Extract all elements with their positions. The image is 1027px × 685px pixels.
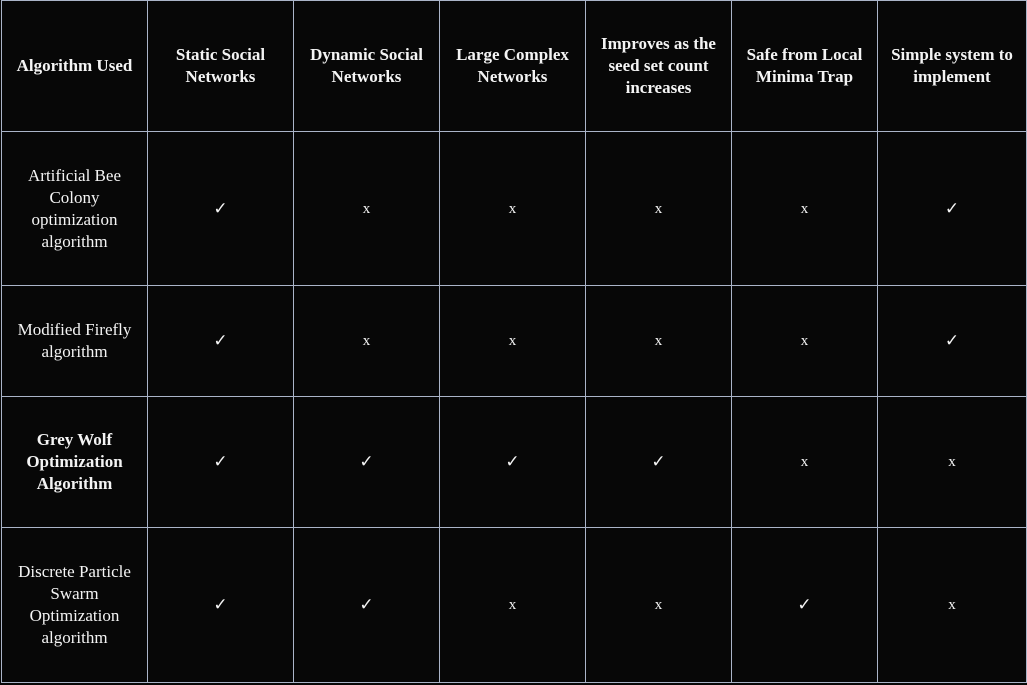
comparison-table: Algorithm Used Static Social Networks Dy…	[1, 0, 1027, 683]
cross-mark-cell: x	[585, 527, 732, 683]
check-mark-cell: ✓	[147, 396, 294, 528]
cross-mark-cell: x	[585, 131, 732, 286]
algorithm-name-cell: Discrete Particle Swarm Optimization alg…	[1, 527, 148, 683]
cross-mark-cell: x	[731, 396, 878, 528]
check-mark-cell: ✓	[147, 131, 294, 286]
cross-mark-cell: x	[439, 527, 586, 683]
cross-mark-cell: x	[439, 131, 586, 286]
check-mark-cell: ✓	[731, 527, 878, 683]
table-row: Discrete Particle Swarm Optimization alg…	[1, 527, 1027, 683]
algorithm-name-cell: Artificial Bee Colony optimization algor…	[1, 131, 148, 286]
table-row: Artificial Bee Colony optimization algor…	[1, 131, 1027, 286]
cross-mark-cell: x	[293, 131, 440, 286]
column-header-algorithm: Algorithm Used	[1, 0, 148, 132]
cross-mark-cell: x	[439, 285, 586, 397]
check-mark-cell: ✓	[877, 285, 1027, 397]
cross-mark-cell: x	[585, 285, 732, 397]
column-header-seed-set: Improves as the seed set count increases	[585, 0, 732, 132]
column-header-static-networks: Static Social Networks	[147, 0, 294, 132]
check-mark-cell: ✓	[147, 285, 294, 397]
table-row: Modified Firefly algorithm ✓ x x x x ✓	[1, 285, 1027, 397]
check-mark-cell: ✓	[293, 396, 440, 528]
cross-mark-cell: x	[731, 131, 878, 286]
cross-mark-cell: x	[731, 285, 878, 397]
check-mark-cell: ✓	[293, 527, 440, 683]
check-mark-cell: ✓	[147, 527, 294, 683]
column-header-dynamic-networks: Dynamic Social Networks	[293, 0, 440, 132]
column-header-large-networks: Large Complex Networks	[439, 0, 586, 132]
table-row: Grey Wolf Optimization Algorithm ✓ ✓ ✓ ✓…	[1, 396, 1027, 528]
algorithm-name-cell: Grey Wolf Optimization Algorithm	[1, 396, 148, 528]
column-header-local-minima: Safe from Local Minima Trap	[731, 0, 878, 132]
check-mark-cell: ✓	[439, 396, 586, 528]
cross-mark-cell: x	[877, 527, 1027, 683]
algorithm-name-cell: Modified Firefly algorithm	[1, 285, 148, 397]
comparison-page: Algorithm Used Static Social Networks Dy…	[0, 0, 1027, 685]
check-mark-cell: ✓	[585, 396, 732, 528]
check-mark-cell: ✓	[877, 131, 1027, 286]
header-row: Algorithm Used Static Social Networks Dy…	[1, 0, 1027, 132]
cross-mark-cell: x	[293, 285, 440, 397]
cross-mark-cell: x	[877, 396, 1027, 528]
column-header-simple-system: Simple system to implement	[877, 0, 1027, 132]
